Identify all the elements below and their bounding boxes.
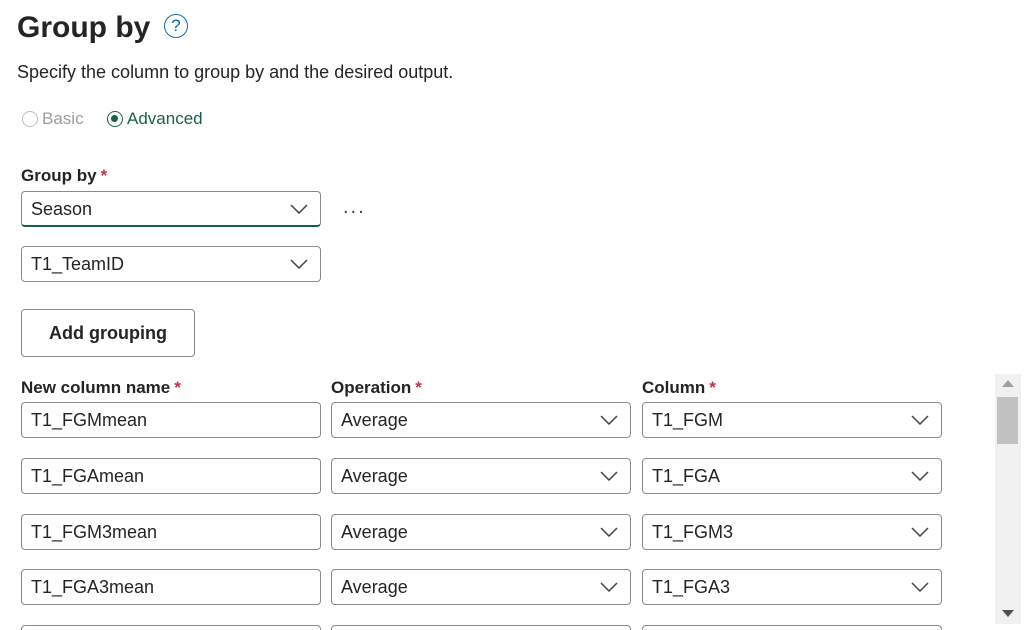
radio-unselected-icon <box>22 111 38 127</box>
chevron-down-icon <box>911 582 929 592</box>
radio-advanced[interactable]: Advanced <box>107 108 203 130</box>
next-row-select-partial <box>642 625 942 630</box>
new-column-name-input[interactable]: T1_FGM3mean <box>21 514 321 550</box>
new-column-name-input[interactable]: T1_FGA3mean <box>21 569 321 605</box>
required-mark: * <box>100 166 108 185</box>
chevron-down-icon <box>600 582 618 592</box>
operation-header: Operation * <box>331 378 422 397</box>
chevron-down-icon <box>290 204 308 214</box>
operation-select[interactable]: Average <box>331 458 631 494</box>
new-column-name-header: New column name * <box>21 378 181 397</box>
radio-advanced-label: Advanced <box>127 109 203 128</box>
scroll-down-icon[interactable] <box>1002 610 1014 617</box>
chevron-down-icon <box>600 471 618 481</box>
operation-select[interactable]: Average <box>331 402 631 438</box>
next-row-input-partial <box>21 625 321 630</box>
group-by-select-1[interactable]: Season <box>21 191 321 227</box>
column-select[interactable]: T1_FGA <box>642 458 942 494</box>
group-by-label: Group by * <box>21 166 108 185</box>
operation-select[interactable]: Average <box>331 569 631 605</box>
chevron-down-icon <box>290 259 308 269</box>
chevron-down-icon <box>600 415 618 425</box>
chevron-down-icon <box>600 527 618 537</box>
column-select[interactable]: T1_FGM3 <box>642 514 942 550</box>
radio-selected-icon <box>107 111 123 127</box>
radio-basic-label: Basic <box>42 109 84 128</box>
scroll-up-icon[interactable] <box>1002 380 1014 387</box>
chevron-down-icon <box>911 527 929 537</box>
column-header: Column * <box>642 378 716 397</box>
column-select[interactable]: T1_FGM <box>642 402 942 438</box>
more-options-button[interactable]: ... <box>343 196 366 218</box>
scrollbar-thumb[interactable] <box>997 397 1018 444</box>
page-title: Group by <box>17 11 151 44</box>
next-row-select-partial <box>331 625 631 630</box>
chevron-down-icon <box>911 415 929 425</box>
column-select[interactable]: T1_FGA3 <box>642 569 942 605</box>
chevron-down-icon <box>911 471 929 481</box>
new-column-name-input[interactable]: T1_FGMmean <box>21 402 321 438</box>
operation-select[interactable]: Average <box>331 514 631 550</box>
page-subtitle: Specify the column to group by and the d… <box>17 62 454 82</box>
add-grouping-button[interactable]: Add grouping <box>21 309 195 357</box>
group-by-select-2[interactable]: T1_TeamID <box>21 246 321 282</box>
radio-basic[interactable]: Basic <box>22 108 84 130</box>
help-icon[interactable]: ? <box>164 14 188 38</box>
new-column-name-input[interactable]: T1_FGAmean <box>21 458 321 494</box>
